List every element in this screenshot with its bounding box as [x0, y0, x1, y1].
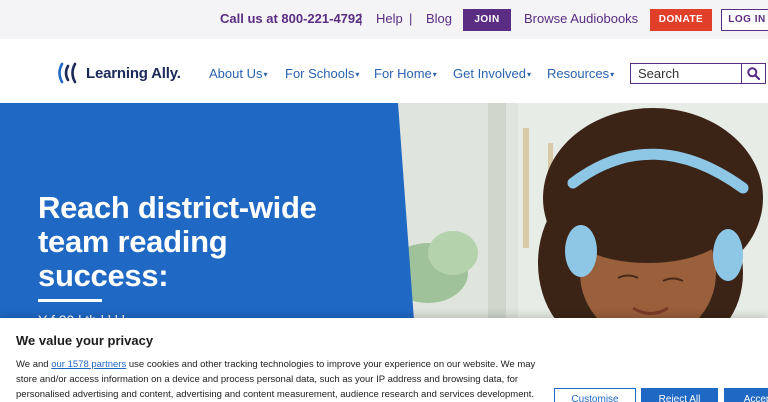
nav-for-home[interactable]: For Home▾: [374, 66, 437, 81]
reject-all-button[interactable]: Reject All: [641, 388, 718, 402]
cookie-text: We and our 1578 partners use cookies and…: [16, 357, 538, 402]
main-nav: Learning Ally. About Us▾ For Schools▾ Fo…: [0, 39, 768, 103]
cookie-title: We value your privacy: [16, 333, 154, 348]
nav-get-involved[interactable]: Get Involved▾: [453, 66, 531, 81]
search-input[interactable]: [631, 64, 741, 83]
hero-title: Reach district-wide team reading success…: [38, 190, 317, 293]
separator: |: [409, 11, 413, 26]
nav-label: Resources: [547, 66, 610, 81]
separator: |: [359, 11, 363, 26]
help-link[interactable]: Help: [376, 11, 403, 26]
chevron-down-icon: ▾: [432, 70, 437, 79]
search-icon: [747, 67, 760, 80]
logo-text: Learning Ally.: [86, 64, 181, 82]
accept-button[interactable]: Accept: [724, 388, 768, 402]
nav-label: For Home: [374, 66, 432, 81]
join-button[interactable]: JOIN: [463, 9, 511, 31]
sound-waves-icon: [58, 62, 77, 84]
customise-button[interactable]: Customise: [554, 388, 636, 402]
nav-label: Get Involved: [453, 66, 526, 81]
chevron-down-icon: ▾: [610, 70, 615, 79]
nav-for-schools[interactable]: For Schools▾: [285, 66, 359, 81]
nav-label: About Us: [209, 66, 263, 81]
nav-resources[interactable]: Resources▾: [547, 66, 614, 81]
search-box: [630, 63, 766, 84]
phone-link[interactable]: Call us at 800-221-4792: [220, 11, 362, 26]
donate-button[interactable]: DONATE: [650, 9, 712, 31]
learning-ally-logo[interactable]: Learning Ally.: [58, 61, 181, 85]
cookie-text-intro: We and: [16, 359, 52, 370]
nav-about-us[interactable]: About Us▾: [209, 66, 268, 81]
cookie-consent-banner: We value your privacy We and our 1578 pa…: [0, 318, 768, 402]
browse-audiobooks-link[interactable]: Browse Audiobooks: [524, 11, 638, 26]
hero-divider: [38, 299, 102, 302]
blog-link[interactable]: Blog: [426, 11, 452, 26]
nav-label: For Schools: [285, 66, 355, 81]
partners-link[interactable]: our 1578 partners: [51, 359, 126, 370]
chevron-down-icon: ▾: [263, 70, 268, 79]
utility-bar: Call us at 800-221-4792 | Help | Blog JO…: [0, 0, 768, 39]
login-button[interactable]: LOG IN: [721, 9, 768, 31]
chevron-down-icon: ▾: [355, 70, 360, 79]
chevron-down-icon: ▾: [527, 70, 532, 79]
search-button[interactable]: [741, 64, 765, 83]
